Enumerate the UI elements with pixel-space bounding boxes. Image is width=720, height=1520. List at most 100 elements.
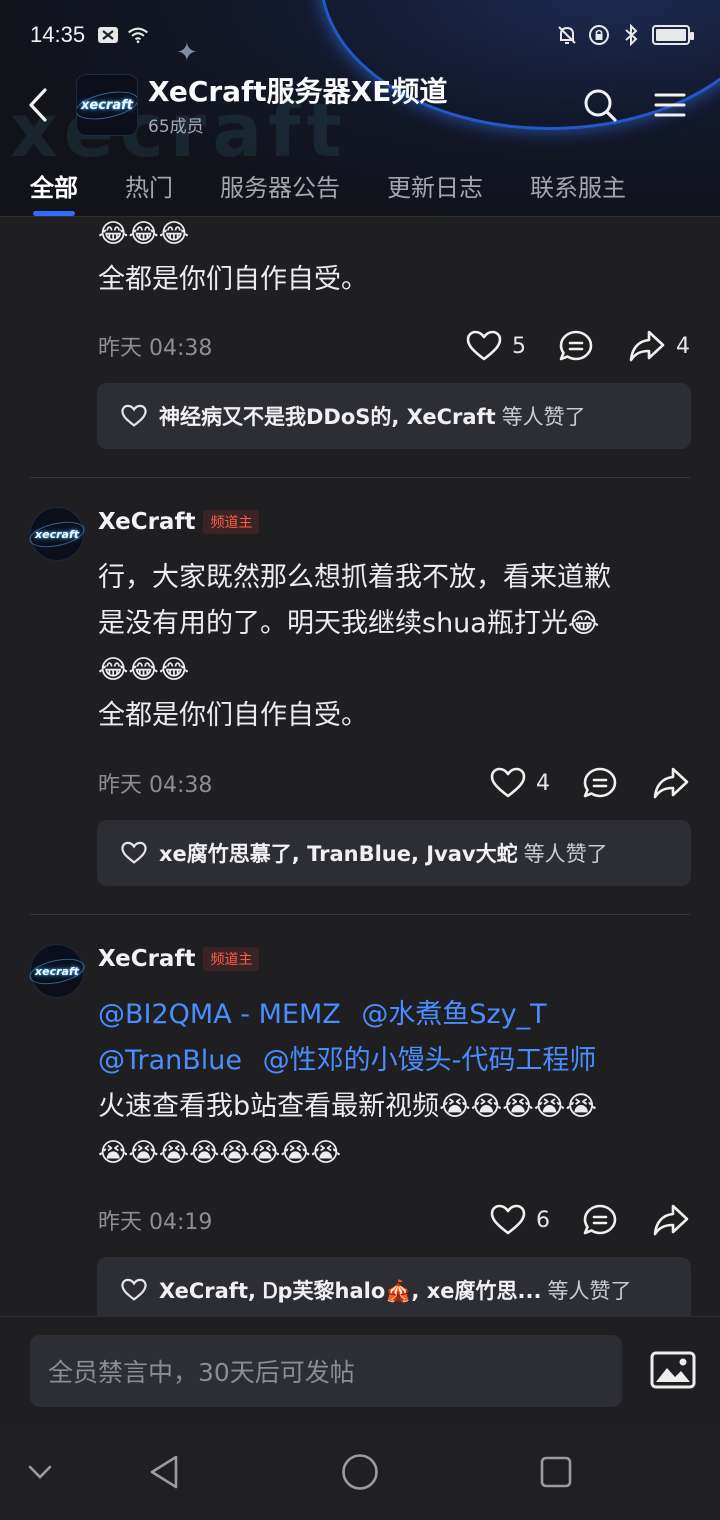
battery-icon (652, 25, 694, 45)
post-text-line: 全都是你们自作自受。 (98, 700, 368, 731)
post-text-line: 😂😂😂 (98, 219, 190, 249)
status-bar: 14:35 (0, 0, 720, 70)
tab-hot[interactable]: 热门 (125, 150, 173, 216)
mention-link[interactable]: @TranBlue (98, 1045, 242, 1076)
post-time: 昨天 04:38 (98, 773, 213, 798)
post-text-line: 全都是你们自作自受。 (98, 264, 368, 295)
comment-icon (559, 330, 593, 361)
avatar[interactable]: xecraft (30, 507, 84, 561)
heart-icon (466, 330, 502, 361)
tab-contact-owner[interactable]: 联系服主 (530, 150, 626, 216)
like-button[interactable]: 5 (466, 330, 526, 362)
likers-suffix: 等人赞了 (547, 1279, 632, 1303)
post-text-line: 是没有用的了。明天我继续shua瓶打光😂 (98, 608, 600, 639)
post-meta: 昨天 04:38 5 4 (98, 326, 690, 366)
heart-icon (490, 1204, 526, 1235)
likers-names: 神经病又不是我DDoS的, XeCraft (159, 405, 496, 429)
likes-summary[interactable]: 神经病又不是我DDoS的, XeCraft 等人赞了 (97, 383, 691, 449)
status-time: 14:35 (30, 22, 86, 47)
post-input[interactable]: 全员禁言中，30天后可发帖 (30, 1335, 622, 1407)
share-icon (653, 767, 689, 799)
post-time: 昨天 04:19 (98, 1210, 213, 1235)
post-text-line: 😭😭😭😭😭😭😭😭 (98, 1138, 342, 1168)
triangle-back-icon (150, 1455, 178, 1489)
author-name[interactable]: XeCraft (98, 946, 195, 972)
share-button[interactable] (652, 1203, 690, 1237)
post-input-placeholder: 全员禁言中，30天后可发帖 (48, 1358, 355, 1387)
like-count: 6 (536, 1207, 550, 1233)
mention-link[interactable]: @水煮鱼Szy_T (361, 999, 546, 1030)
comment-button[interactable] (558, 329, 594, 363)
nav-back-button[interactable] (146, 1452, 182, 1492)
like-count: 5 (512, 333, 526, 359)
like-count: 4 (536, 770, 550, 796)
system-navigation-bar (0, 1426, 720, 1520)
bluetooth-icon (620, 24, 642, 46)
role-badge: 频道主 (203, 510, 260, 534)
comment-button[interactable] (582, 766, 618, 800)
likes-summary[interactable]: XeCraft, Ꭰp芙黎halo🎪, xe腐竹思... 等人赞了 (97, 1257, 691, 1316)
share-button[interactable]: 4 (628, 329, 690, 363)
search-icon (584, 89, 617, 122)
channel-info[interactable]: XeCraft服务器XE频道 65成员 (148, 74, 447, 137)
mention-link[interactable]: @性邓的小馒头-代码工程师 (263, 1045, 597, 1076)
title-bar: xecraft XeCraft服务器XE频道 65成员 (0, 70, 720, 140)
post-feed[interactable]: 😂😂😂 全都是你们自作自受。 昨天 04:38 5 4 神经病又不是我DDoS的… (0, 216, 720, 1316)
post-text-line: 行，大家既然那么想抓着我不放，看来道歉 (98, 562, 611, 593)
role-badge: 频道主 (203, 947, 260, 971)
hide-nav-button[interactable] (26, 1458, 54, 1486)
heart-outline-icon (121, 841, 147, 864)
chevron-left-icon (29, 88, 47, 122)
channel-logo: xecraft (81, 97, 133, 113)
post-divider (30, 477, 690, 478)
notification-icon (97, 24, 119, 46)
comment-icon (583, 767, 617, 798)
heart-outline-icon (121, 1278, 147, 1301)
wifi-icon (127, 24, 149, 46)
chevron-down-icon (28, 1465, 52, 1479)
nav-home-button[interactable] (340, 1452, 380, 1492)
share-icon (629, 330, 665, 362)
share-count: 4 (676, 333, 690, 359)
like-button[interactable]: 6 (490, 1204, 550, 1236)
tab-announcements[interactable]: 服务器公告 (220, 150, 340, 216)
post-time: 昨天 04:38 (98, 336, 213, 361)
post-text-line: 😂😂😂 (98, 655, 190, 685)
likers-names: xe腐竹思慕了, TranBlue, Jvav大蛇 (159, 842, 518, 866)
nav-recents-button[interactable] (538, 1454, 574, 1490)
likes-summary[interactable]: xe腐竹思慕了, TranBlue, Jvav大蛇 等人赞了 (97, 820, 691, 886)
post-text-line: 火速查看我b站查看最新视频😭😭😭😭😭 (98, 1091, 597, 1122)
post-body: @BI2QMA - MEMZ @水煮鱼Szy_T @TranBlue @性邓的小… (98, 992, 678, 1176)
post-body: 😂😂😂 全都是你们自作自受。 (98, 217, 678, 303)
post-body: 行，大家既然那么想抓着我不放，看来道歉 是没有用的了。明天我继续shua瓶打光😂… (98, 555, 678, 739)
avatar[interactable]: xecraft (30, 944, 84, 998)
bell-muted-icon (556, 24, 578, 46)
comment-button[interactable] (582, 1203, 618, 1237)
post-meta: 昨天 04:38 4 (98, 763, 690, 803)
lock-rotation-icon (588, 24, 610, 46)
post-divider (30, 914, 690, 915)
channel-name: XeCraft服务器XE频道 (148, 74, 448, 108)
likers-names: XeCraft, Ꭰp芙黎halo🎪, xe腐竹思... (159, 1279, 542, 1303)
channel-avatar[interactable]: xecraft (76, 74, 138, 136)
avatar-logo: xecraft (35, 527, 79, 541)
share-button[interactable] (652, 766, 690, 800)
square-recents-icon (540, 1456, 572, 1488)
avatar-logo: xecraft (35, 964, 79, 978)
tab-bar: 全部 热门 服务器公告 更新日志 联系服主 (0, 150, 720, 216)
menu-icon (654, 93, 686, 117)
menu-button[interactable] (650, 85, 690, 125)
image-upload-button[interactable] (650, 1351, 696, 1389)
heart-icon (490, 767, 526, 798)
composer-bar: 全员禁言中，30天后可发帖 (0, 1316, 720, 1426)
back-button[interactable] (0, 70, 76, 140)
search-button[interactable] (580, 85, 620, 125)
image-icon (650, 1351, 696, 1389)
post-meta: 昨天 04:19 6 (98, 1200, 690, 1240)
author-name[interactable]: XeCraft (98, 509, 195, 535)
channel-header: xecraft ✦ 14:35 xecraft XeCraft服务器XE频道 6… (0, 0, 720, 216)
like-button[interactable]: 4 (490, 767, 550, 799)
tab-changelog[interactable]: 更新日志 (387, 150, 483, 216)
mention-link[interactable]: @BI2QMA - MEMZ (98, 999, 341, 1030)
tab-all[interactable]: 全部 (30, 150, 78, 216)
